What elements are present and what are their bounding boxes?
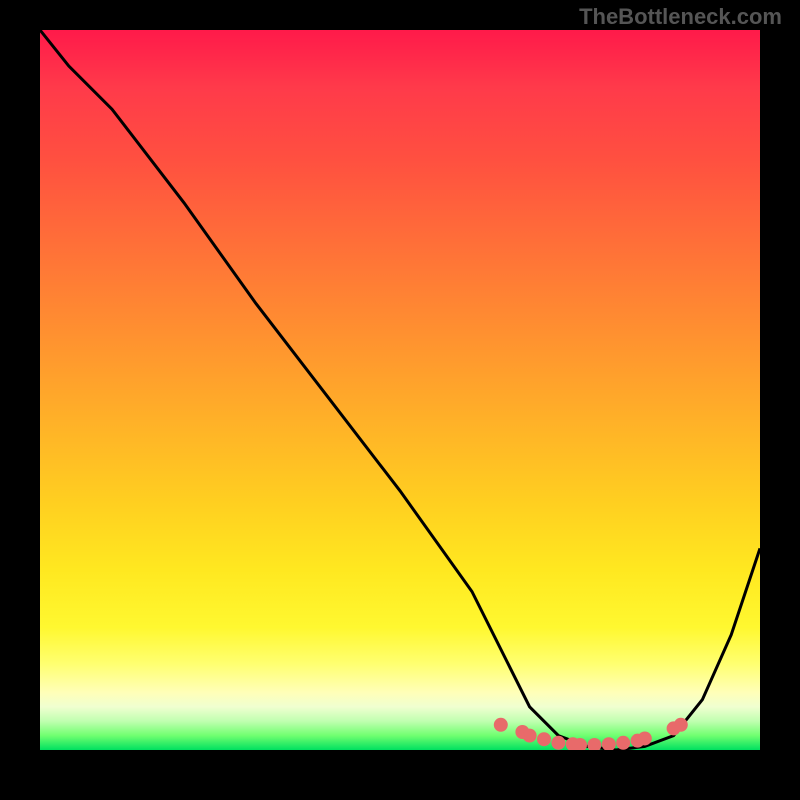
marker-dot [523,729,537,743]
bottleneck-curve [40,30,760,750]
marker-dot [551,736,565,750]
plot-area [40,30,760,750]
marker-dot [494,718,508,732]
marker-dot [602,737,616,750]
chart-svg [40,30,760,750]
marker-dot [616,736,630,750]
marker-dot [674,718,688,732]
marker-dot [537,732,551,746]
marker-dot [587,738,601,750]
marker-dot [638,731,652,745]
watermark-text: TheBottleneck.com [579,4,782,30]
bottom-markers [494,718,688,750]
